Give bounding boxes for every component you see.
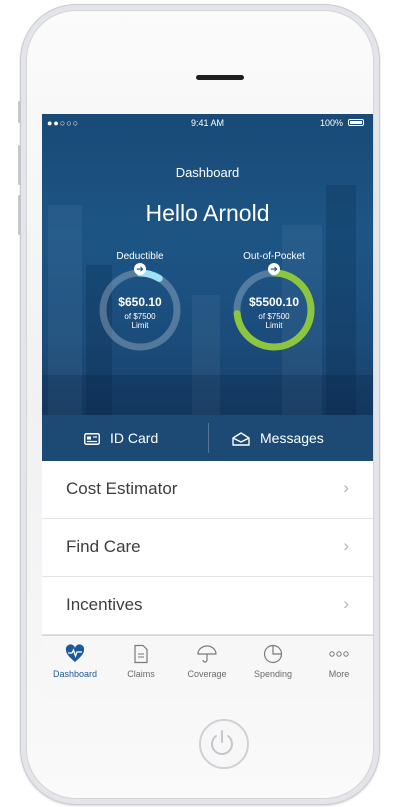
tab-label: More (328, 669, 350, 679)
pie-chart-icon (263, 644, 283, 664)
deductible-ring-chart (99, 269, 181, 351)
home-button[interactable] (199, 719, 249, 769)
menu-item-cost-estimator[interactable]: Cost Estimator › (42, 461, 373, 519)
deductible-limit: of $7500 Limit (97, 312, 183, 330)
volume-up-button (18, 145, 21, 185)
battery-icon (348, 119, 364, 126)
tab-claims[interactable]: Claims (108, 636, 174, 700)
umbrella-icon (197, 645, 217, 663)
quick-actions-bar: ID Card Messages (42, 415, 373, 461)
power-icon (211, 730, 233, 755)
quick-actions-divider (208, 423, 209, 453)
battery-percent: 100% (319, 118, 343, 128)
volume-down-button (18, 195, 21, 235)
out-of-pocket-arrow-icon: ➔ (268, 263, 280, 275)
deductible-amount: $650.10 (118, 295, 162, 309)
document-icon (134, 644, 148, 664)
out-of-pocket-limit-line2: Limit (265, 321, 283, 330)
menu-item-incentives[interactable]: Incentives › (42, 577, 373, 635)
tab-label: Claims (127, 669, 155, 679)
chevron-right-icon: › (343, 536, 349, 555)
earpiece-speaker (196, 75, 244, 80)
app-screen: ●●○○○ 9:41 AM 100% Dashboard Hello Arnol… (42, 114, 373, 700)
tab-bar: Dashboard Claims Coverage Spending More (42, 635, 373, 700)
mute-switch (18, 101, 21, 123)
menu-item-label: Cost Estimator (66, 479, 178, 498)
messages-label: Messages (260, 430, 324, 446)
out-of-pocket-ring-chart (233, 269, 315, 351)
tab-more[interactable]: More (306, 636, 372, 700)
messages-button[interactable]: Messages (232, 415, 324, 461)
id-card-icon (84, 433, 100, 446)
page-title: Dashboard (175, 165, 240, 180)
id-card-button[interactable]: ID Card (84, 415, 158, 461)
menu-item-find-care[interactable]: Find Care › (42, 519, 373, 577)
deductible-limit-line2: Limit (131, 321, 149, 330)
river-reflection (42, 375, 373, 415)
deductible-label: Deductible (116, 251, 164, 262)
tab-dashboard[interactable]: Dashboard (42, 636, 108, 700)
dashboard-hero: ●●○○○ 9:41 AM 100% Dashboard Hello Arnol… (42, 114, 373, 415)
id-card-label: ID Card (110, 430, 159, 446)
tab-coverage[interactable]: Coverage (174, 636, 240, 700)
out-of-pocket-ring[interactable]: ➔ $5500.10 of $7500 Limit (231, 263, 317, 353)
deductible-ring[interactable]: ➔ $650.10 of $7500 Limit (97, 263, 183, 353)
greeting: Hello Arnold (145, 200, 270, 226)
deductible-ring-track (99, 269, 181, 351)
menu-item-label: Find Care (66, 537, 141, 556)
envelope-icon (232, 432, 250, 446)
heart-pulse-icon (65, 644, 85, 662)
menu-item-label: Incentives (66, 595, 143, 614)
deductible-arrow-icon: ➔ (134, 263, 146, 275)
out-of-pocket-limit: of $7500 Limit (231, 312, 317, 330)
more-dots-icon (329, 651, 349, 657)
tab-label: Coverage (187, 669, 227, 679)
deductible-limit-line1: of $7500 (124, 312, 156, 321)
tab-spending[interactable]: Spending (240, 636, 306, 700)
out-of-pocket-label: Out-of-Pocket (243, 251, 305, 262)
out-of-pocket-amount: $5500.10 (248, 295, 300, 309)
tab-label: Dashboard (52, 669, 98, 679)
tab-label: Spending (253, 669, 293, 679)
chevron-right-icon: › (343, 478, 349, 497)
out-of-pocket-limit-line1: of $7500 (258, 312, 290, 321)
chevron-right-icon: › (343, 594, 349, 613)
status-bar: ●●○○○ 9:41 AM 100% (42, 114, 373, 132)
